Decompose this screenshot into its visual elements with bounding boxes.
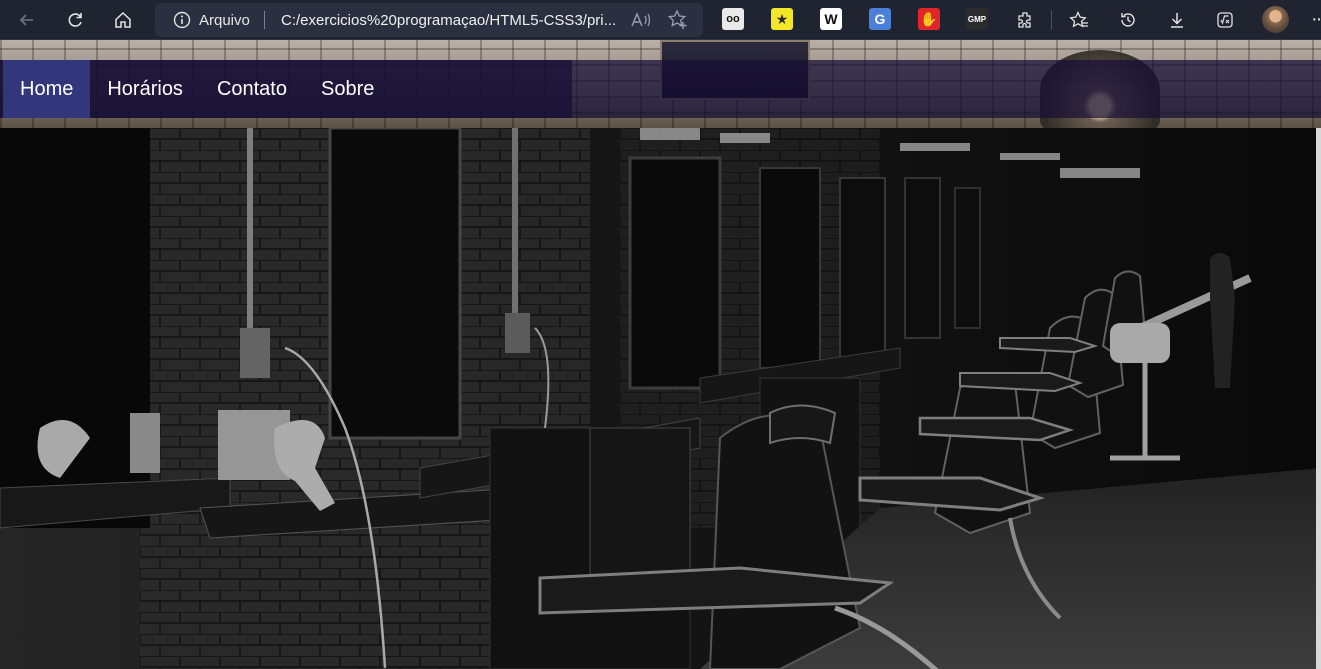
address-divider: [264, 11, 265, 29]
gmp-extension-icon[interactable]: GMP: [966, 8, 988, 30]
nav-menu: Home Horários Contato Sobre: [0, 60, 572, 118]
toolbar-divider: [1051, 10, 1052, 30]
hero-image: [0, 128, 1321, 669]
star-extension-icon[interactable]: ★: [771, 8, 793, 30]
web-page: Home Horários Contato Sobre: [0, 40, 1321, 669]
math-solver-icon[interactable]: [1211, 6, 1239, 34]
extensions-icon[interactable]: [1011, 6, 1039, 34]
translate-extension-icon[interactable]: G: [869, 8, 891, 30]
hero-edge: [1316, 128, 1321, 669]
barbershop-illustration: [0, 128, 1321, 669]
more-icon[interactable]: ···: [1311, 8, 1321, 31]
nav-bar-fill: [572, 60, 1321, 118]
home-icon[interactable]: [109, 6, 137, 34]
favorites-icon[interactable]: [1065, 6, 1093, 34]
address-bar[interactable]: Arquivo C:/exercicios%20programaçao/HTML…: [155, 3, 703, 37]
main-nav: Home Horários Contato Sobre: [0, 60, 1321, 118]
wikipedia-extension-icon[interactable]: W: [820, 8, 842, 30]
address-scheme: Arquivo: [199, 12, 250, 29]
adblock-extension-icon[interactable]: ✋: [918, 8, 940, 30]
add-favorite-icon[interactable]: [667, 9, 689, 31]
downloads-icon[interactable]: [1163, 6, 1191, 34]
address-url[interactable]: C:/exercicios%20programaçao/HTML5-CSS3/p…: [281, 12, 626, 29]
nav-item-contato[interactable]: Contato: [200, 60, 304, 118]
nav-item-home[interactable]: Home: [3, 60, 91, 118]
refresh-icon[interactable]: [61, 6, 89, 34]
profile-avatar[interactable]: [1262, 6, 1289, 33]
back-icon[interactable]: [13, 6, 41, 34]
history-icon[interactable]: [1114, 6, 1142, 34]
tampermonkey-extension-icon[interactable]: oo: [722, 8, 744, 30]
info-icon[interactable]: [172, 10, 192, 30]
nav-item-horarios[interactable]: Horários: [90, 60, 200, 118]
read-aloud-icon[interactable]: [630, 10, 652, 30]
browser-toolbar: Arquivo C:/exercicios%20programaçao/HTML…: [0, 0, 1321, 40]
nav-item-sobre[interactable]: Sobre: [304, 60, 391, 118]
